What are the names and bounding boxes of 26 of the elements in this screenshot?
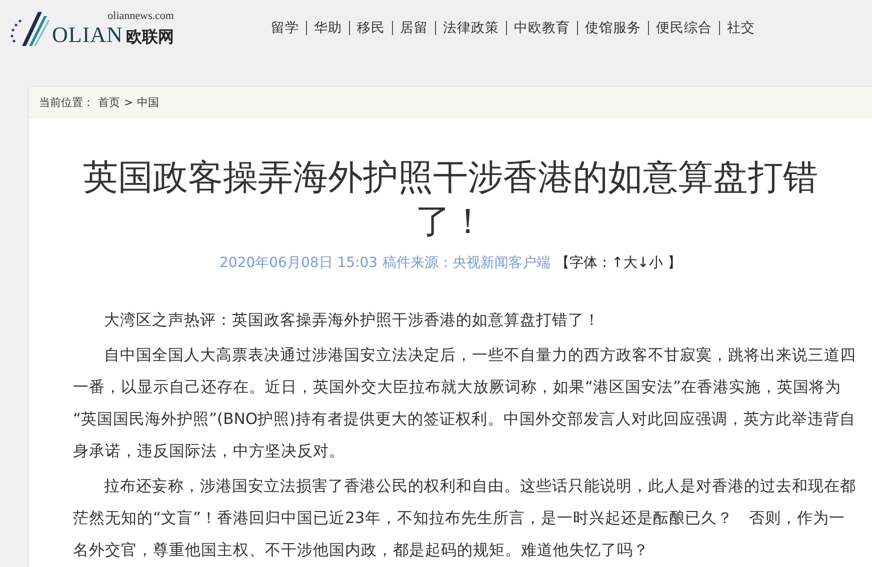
breadcrumb-separator: > (124, 96, 134, 108)
nav-link[interactable]: 移民 (350, 19, 392, 37)
nav-link[interactable]: 留学 (264, 19, 306, 37)
nav-link[interactable]: 居留 (393, 19, 435, 37)
logo-wordmark: OLIAN (52, 22, 123, 48)
nav-link[interactable]: 中欧教育 (507, 19, 577, 37)
font-size-label: 【字体： (556, 255, 612, 271)
nav-link[interactable]: 使馆服务 (578, 19, 648, 37)
article-source: 稿件来源：央视新闻客户端 (382, 254, 551, 272)
breadcrumb-link[interactable]: 首页 (98, 94, 120, 110)
font-larger-link[interactable]: ↑大 (612, 255, 638, 271)
article-title: 英国政客操弄海外护照干涉香港的如意算盘打错了！ (82, 157, 819, 244)
article-paragraph: 大湾区之声热评：英国政客操弄海外护照干涉香港的如意算盘打错了！ (103, 310, 601, 331)
article-paragraph: 自中国全国人大高票表决通过涉港国安立法决定后，一些不自量力的西方政客不甘寂寞，跳将出来说三道四一番，以显示自己还存在。近日，英国外交大臣拉布就大放厥词称，如果“港区国安法”在香港实施，英国将为 “英国国民海外护照”(BNO护照)持有者提供更大的签证权利。中国外交部发言人对此回应强调，英方此举违背自身承诺，违反国际法，中方坚决反对。 (73, 345, 857, 462)
font-smaller-link[interactable]: ↓小 (637, 255, 664, 271)
nav-link[interactable]: 便民综合 (649, 19, 719, 37)
site-domain: oliannews.com (108, 10, 174, 22)
nav-link[interactable]: 法律政策 (436, 19, 506, 37)
logo-name: 欧联网 (126, 27, 174, 48)
breadcrumb-link[interactable]: 中国 (137, 94, 160, 110)
breadcrumb-label: 当前位置： (39, 94, 94, 110)
nav-link[interactable]: 华助 (307, 19, 349, 37)
bracket-label: 】 (666, 255, 682, 271)
publish-date: 2020年06月08日 15:03 (220, 254, 378, 272)
nav-link[interactable]: 社交 (720, 19, 762, 37)
article-paragraph: 拉布还妄称，涉港国安立法损害了香港公民的权利和自由。这些话只能说明，此人是对香港的过去和现在都茫然无知的“文盲”！香港回归中国已近23年，不知拉布先生所言，是一时兴起还是酝酿已久？ 否则，作为一名外交官，尊重他国主权、不干涉他国内政，都是起码的规矩。难道他失忆了吗？ (73, 476, 857, 561)
